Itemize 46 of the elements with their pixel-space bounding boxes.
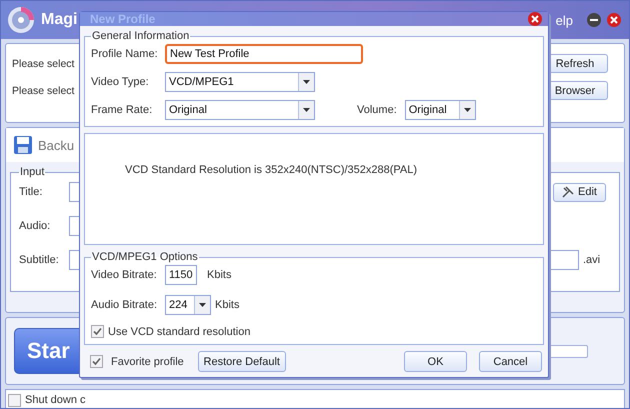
tools-icon	[562, 186, 574, 198]
field-label: Volume:	[357, 104, 397, 116]
checkbox[interactable]	[8, 394, 21, 406]
checkbox[interactable]	[90, 355, 103, 368]
group-legend: VCD/MPEG1 Options	[91, 251, 199, 263]
field-label: Profile Name:	[91, 48, 159, 60]
backup-tab[interactable]: Backu	[38, 138, 74, 152]
group-legend: General Information	[91, 30, 190, 42]
field-label: Video Bitrate:	[91, 269, 158, 281]
field-label: Frame Rate:	[91, 104, 154, 116]
resolution-note: VCD Standard Resolution is 352x240(NTSC)/352x288(PAL)	[125, 164, 418, 176]
unit-label: Kbits	[207, 269, 232, 281]
audio-bitrate-select[interactable]: 224	[165, 295, 211, 315]
shutdown-label: Shut down c	[25, 394, 86, 406]
close-icon[interactable]	[528, 12, 542, 26]
checkbox[interactable]	[91, 325, 104, 338]
dialog-button[interactable]: Restore Default	[198, 351, 286, 372]
file-extension: .avi	[583, 254, 600, 266]
close-icon[interactable]	[607, 13, 621, 27]
edit-button[interactable]: Edit	[553, 182, 606, 202]
app-title: Magi	[41, 11, 78, 29]
profile-name-field[interactable]: New Test Profile	[165, 44, 363, 64]
field-label: Audio Bitrate:	[91, 299, 158, 311]
input-label: Title:	[19, 186, 44, 198]
caret-icon	[303, 80, 310, 84]
caret-icon	[199, 303, 206, 307]
select-label: Please select	[12, 84, 74, 96]
dialog-button[interactable]: Cancel	[479, 351, 542, 372]
field-label: Video Type:	[91, 76, 150, 88]
caret-icon	[464, 108, 471, 112]
help-menu[interactable]: elp	[556, 12, 573, 28]
frame-rate-select[interactable]: Original	[165, 100, 315, 120]
input-label: Audio:	[19, 220, 52, 232]
video-type-select[interactable]: VCD/MPEG1	[165, 72, 315, 92]
input-label: Subtitle:	[19, 254, 60, 266]
checkbox-label: Favorite profile	[111, 356, 184, 368]
select-label: Please select	[12, 58, 74, 70]
volume-select[interactable]: Original	[404, 100, 476, 120]
caret-icon	[303, 108, 310, 112]
disc-logo-icon	[7, 6, 35, 34]
checkbox-label: Use VCD standard resolution	[108, 326, 250, 338]
group-legend: Input	[19, 166, 46, 178]
dialog-button[interactable]: OK	[404, 351, 467, 372]
minimize-icon[interactable]	[587, 13, 601, 27]
video-bitrate-field[interactable]: 1150	[165, 265, 197, 285]
unit-label: Kbits	[215, 299, 240, 311]
